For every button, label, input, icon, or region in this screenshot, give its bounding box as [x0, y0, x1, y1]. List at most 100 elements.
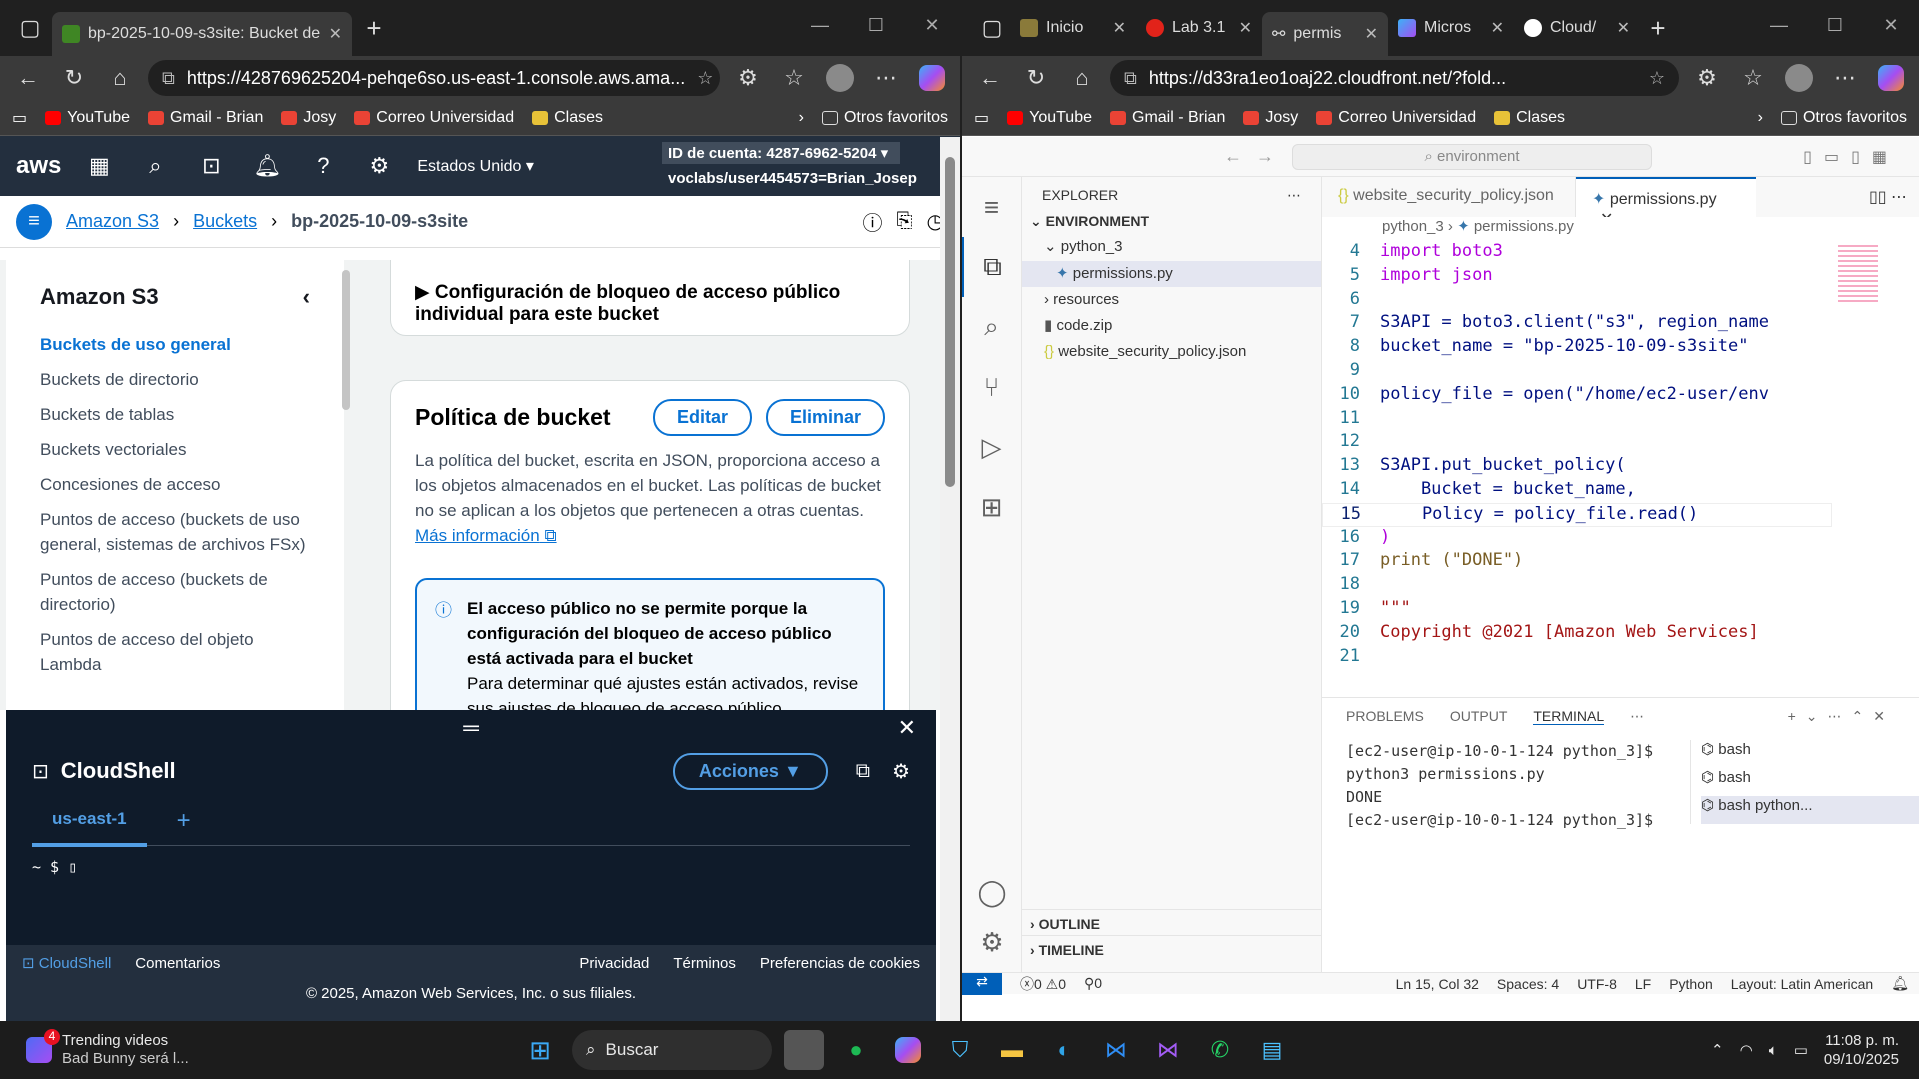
- problems-status[interactable]: ⓧ0 ⚠0: [1020, 974, 1066, 994]
- clock[interactable]: 11:08 p. m. 09/10/2025: [1824, 1031, 1899, 1069]
- fav-clases[interactable]: Clases: [1494, 109, 1565, 127]
- delete-button[interactable]: Eliminar: [765, 399, 885, 436]
- fav-correo[interactable]: Correo Universidad: [1316, 109, 1476, 127]
- command-search[interactable]: ⌕ environment: [1292, 143, 1652, 170]
- source-control-icon[interactable]: ⑂: [962, 357, 1021, 417]
- close-tab-icon[interactable]: ✕: [1491, 18, 1504, 38]
- tab-github[interactable]: Cloud/✕: [1514, 8, 1640, 48]
- fav-josy[interactable]: Josy: [1243, 109, 1298, 127]
- search-icon[interactable]: ⌕: [137, 148, 173, 184]
- open-external-icon[interactable]: ⧉: [856, 760, 870, 783]
- close-tab-icon[interactable]: ✕: [1113, 18, 1126, 38]
- footer-terms[interactable]: Términos: [673, 955, 736, 972]
- apps-grid-icon[interactable]: ▦: [81, 148, 117, 184]
- panel-actions[interactable]: +⌄⋯⌃✕: [1788, 708, 1895, 725]
- close-icon[interactable]: ✕: [898, 715, 916, 741]
- sidenav-scrollbar[interactable]: [342, 270, 350, 410]
- extensions-icon[interactable]: ⊞: [962, 477, 1021, 537]
- maximize-icon[interactable]: ☐: [848, 15, 904, 36]
- spotify-icon[interactable]: ●: [836, 1030, 876, 1070]
- back-icon[interactable]: ←: [10, 60, 46, 96]
- taskbar-search[interactable]: ⌕ Buscar: [572, 1030, 772, 1070]
- collapse-icon[interactable]: ‹: [303, 284, 310, 310]
- new-tab-icon[interactable]: +: [1640, 10, 1676, 46]
- tray-chevron-icon[interactable]: ⌃: [1711, 1041, 1724, 1059]
- fav-josy[interactable]: Josy: [281, 109, 336, 127]
- region-tab[interactable]: us-east-1: [32, 795, 147, 847]
- reading-icon[interactable]: ▭: [974, 108, 989, 128]
- split-editor-icon[interactable]: ▯▯ ⋯: [1857, 177, 1919, 217]
- site-info-icon[interactable]: ⧉: [1124, 68, 1137, 89]
- copilot-icon[interactable]: [1873, 60, 1909, 96]
- tab-actions-icon[interactable]: ▢: [974, 10, 1010, 46]
- file-code-zip[interactable]: ▮ code.zip: [1022, 313, 1321, 339]
- region-selector[interactable]: Estados Unido ▾: [417, 156, 534, 176]
- reading-icon[interactable]: ▭: [12, 108, 27, 128]
- folder-resources[interactable]: › resources: [1022, 287, 1321, 313]
- profile-avatar[interactable]: [1781, 60, 1817, 96]
- favorite-star-icon[interactable]: ☆: [697, 68, 713, 89]
- back-icon[interactable]: ←: [972, 60, 1008, 96]
- chevron-right-icon[interactable]: ›: [1758, 109, 1763, 127]
- layout-icons[interactable]: ▯▭▯▦: [1803, 147, 1899, 167]
- store-icon[interactable]: ⛉: [940, 1030, 980, 1070]
- volume-icon[interactable]: 🔈︎: [1769, 1042, 1778, 1059]
- nav-vector-buckets[interactable]: Buckets vectoriales: [40, 437, 310, 462]
- learn-more-link[interactable]: Más información ⧉: [415, 526, 557, 545]
- more-icon[interactable]: ⋯: [868, 60, 904, 96]
- tab-inicio[interactable]: Inicio ✕: [1010, 8, 1136, 48]
- path-folder[interactable]: python_3: [1382, 218, 1444, 235]
- file-policy-json[interactable]: {} website_security_policy.json: [1022, 339, 1321, 365]
- battery-icon[interactable]: ▭: [1794, 1041, 1808, 1059]
- close-tab-icon[interactable]: ✕: [329, 24, 342, 44]
- tab-output[interactable]: OUTPUT: [1450, 708, 1508, 725]
- account-menu[interactable]: ID de cuenta: 4287-6962-5204 ▾ voclabs/u…: [662, 142, 923, 187]
- resize-handle-icon[interactable]: ═: [463, 715, 479, 741]
- search-icon[interactable]: ⌕: [962, 297, 1021, 357]
- close-tab-icon[interactable]: ✕: [1239, 18, 1252, 38]
- tab-permissions[interactable]: ⚯ permis ✕: [1262, 12, 1388, 56]
- copilot-icon[interactable]: [888, 1030, 928, 1070]
- nav-lambda-access-points[interactable]: Puntos de acceso del objeto Lambda: [40, 627, 310, 677]
- page-scrollbar[interactable]: [940, 137, 960, 1021]
- terminal-item[interactable]: ⌬ bash: [1701, 740, 1919, 768]
- code-editor[interactable]: 4 import boto3 5 import json 6 7 S3API = bo…: [1322, 241, 1832, 681]
- language-mode[interactable]: Python: [1669, 976, 1713, 992]
- tab-terminal[interactable]: TERMINAL: [1533, 708, 1605, 725]
- nav-table-buckets[interactable]: Buckets de tablas: [40, 402, 310, 427]
- close-window-icon[interactable]: ✕: [904, 15, 960, 36]
- outline-section[interactable]: › OUTLINE: [1022, 909, 1321, 938]
- footer-cookies[interactable]: Preferencias de cookies: [760, 955, 920, 972]
- nav-forward-icon[interactable]: →: [1256, 146, 1274, 167]
- fav-youtube[interactable]: YouTube: [45, 109, 130, 127]
- nav-general-buckets[interactable]: Buckets de uso general: [40, 332, 310, 357]
- minimap[interactable]: [1832, 241, 1919, 681]
- add-tab-icon[interactable]: +: [177, 807, 191, 835]
- footer-cloudshell[interactable]: ⊡ CloudShell: [22, 954, 111, 972]
- ports-status[interactable]: ⚲0: [1084, 975, 1102, 992]
- timeline-section[interactable]: › TIMELINE: [1022, 935, 1321, 964]
- tab-microsoft[interactable]: Micros ✕: [1388, 8, 1514, 48]
- file-permissions[interactable]: ✦ permissions.py: [1022, 261, 1321, 287]
- cursor-position[interactable]: Ln 15, Col 32: [1396, 976, 1479, 992]
- editor-tab-json[interactable]: {} website_security_policy.json: [1322, 177, 1576, 217]
- more-icon[interactable]: ⋯: [1827, 60, 1863, 96]
- terminal-output[interactable]: [ec2-user@ip-10-0-1-124 python_3]$ pytho…: [1346, 740, 1676, 832]
- tab-s3-bucket[interactable]: bp-2025-10-09-s3site: Bucket de ✕: [52, 12, 352, 56]
- explorer-icon[interactable]: ⧉: [962, 237, 1021, 297]
- menu-icon[interactable]: ≡: [962, 177, 1021, 237]
- close-tab-icon[interactable]: ✕: [1365, 24, 1378, 44]
- visual-studio-icon[interactable]: ⋈: [1148, 1030, 1188, 1070]
- favorites-icon[interactable]: ☆: [776, 60, 812, 96]
- home-icon[interactable]: ⌂: [1064, 60, 1100, 96]
- remote-icon[interactable]: ⇄: [962, 972, 1002, 995]
- nav-back-icon[interactable]: ←: [1224, 146, 1242, 167]
- close-tab-icon[interactable]: ✕: [1617, 18, 1630, 38]
- actions-dropdown[interactable]: Acciones ▼: [672, 752, 828, 790]
- manage-gear-icon[interactable]: ⚙: [962, 912, 1022, 972]
- tab-lab[interactable]: Lab 3.1 ✕: [1136, 8, 1262, 48]
- profile-avatar[interactable]: [822, 60, 858, 96]
- copilot-icon[interactable]: [914, 60, 950, 96]
- tab-actions-icon[interactable]: ▢: [12, 10, 48, 46]
- site-info-icon[interactable]: ⧉: [162, 68, 175, 89]
